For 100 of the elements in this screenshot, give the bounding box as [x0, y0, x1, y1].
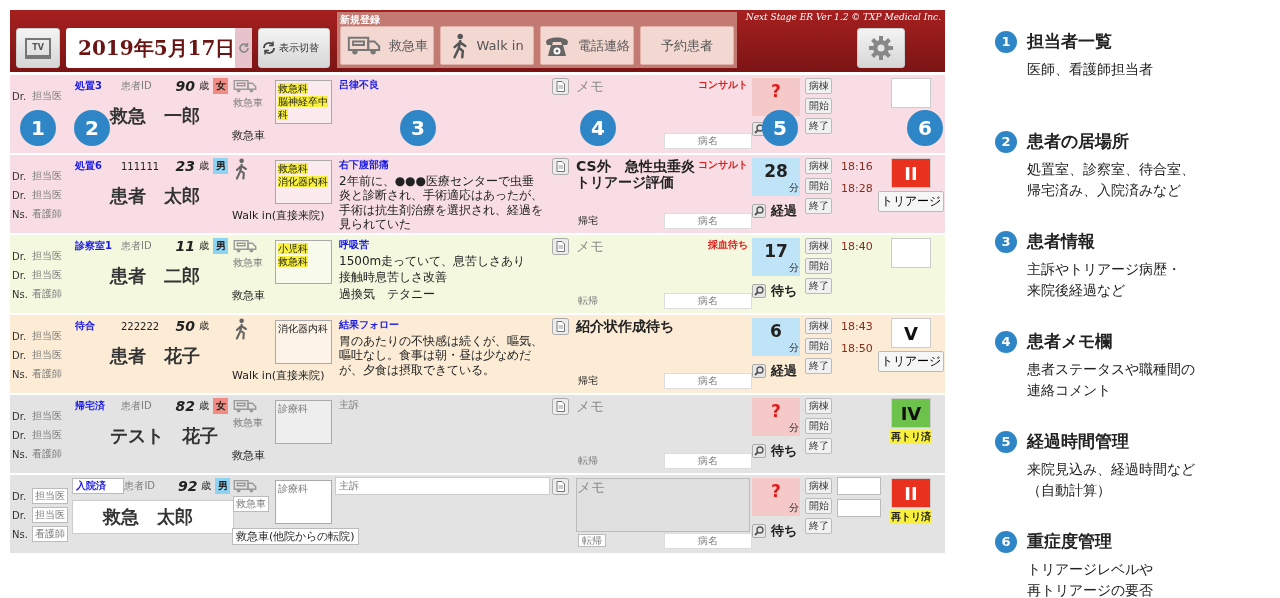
triage-button[interactable]: トリアージ: [878, 351, 944, 372]
diagnosis-field[interactable]: 病名: [664, 133, 752, 149]
document-icon[interactable]: [552, 478, 569, 495]
staff-name: 担当医: [32, 188, 62, 202]
staff-role: Dr.: [12, 269, 28, 281]
date-field[interactable]: 2019年5月17日: [66, 28, 252, 68]
ward-button[interactable]: 開始: [805, 418, 832, 434]
triage-level[interactable]: IV: [891, 398, 931, 428]
ambulance-icon: [233, 78, 257, 94]
triage-level[interactable]: II: [891, 478, 931, 508]
view-toggle-button[interactable]: 表示切替: [258, 28, 330, 68]
ward-button[interactable]: 終了: [805, 278, 832, 294]
register-button[interactable]: Walk in: [440, 26, 534, 65]
ward-button[interactable]: 病棟: [805, 78, 832, 94]
department-box[interactable]: 消化器内科: [275, 320, 332, 364]
search-icon[interactable]: [752, 524, 766, 538]
search-icon[interactable]: [752, 364, 766, 378]
age-unit: 歳: [201, 479, 213, 493]
ward-button[interactable]: 終了: [805, 198, 832, 214]
ward-button[interactable]: 開始: [805, 178, 832, 194]
document-icon[interactable]: [552, 78, 569, 95]
document-icon[interactable]: [552, 318, 569, 335]
ward-button[interactable]: 開始: [805, 98, 832, 114]
walking-person-icon: [233, 318, 249, 340]
time-label: 18:16: [841, 160, 874, 173]
ward-button[interactable]: 病棟: [805, 158, 832, 174]
triage-level[interactable]: II: [891, 158, 931, 188]
ambulance-icon: [346, 34, 381, 57]
department-box[interactable]: 診療科: [275, 400, 332, 444]
settings-icon[interactable]: [868, 35, 894, 61]
tv-button[interactable]: TV: [16, 28, 60, 68]
patient-id: 患者ID: [124, 479, 157, 493]
document-icon[interactable]: [552, 238, 569, 255]
register-button[interactable]: 電話連絡: [540, 26, 634, 65]
time-field[interactable]: [837, 499, 881, 517]
diagnosis-field[interactable]: 病名: [664, 373, 752, 389]
diagnosis-field[interactable]: 病名: [664, 453, 752, 469]
department-box[interactable]: 救急科 脳神経卒中科: [275, 80, 332, 124]
staff-role: Dr.: [12, 189, 28, 201]
settings-button[interactable]: [857, 28, 905, 68]
search-icon[interactable]: [752, 204, 766, 218]
staff-field[interactable]: 担当医: [32, 507, 68, 523]
outcome-field[interactable]: 転帰: [578, 534, 606, 547]
legend-number: 2: [995, 130, 1017, 153]
diagnosis-field[interactable]: 病名: [664, 533, 752, 549]
ward-button[interactable]: 終了: [805, 358, 832, 374]
staff-field[interactable]: 看護師: [32, 526, 68, 542]
location-field[interactable]: 入院済: [72, 478, 125, 494]
legend-description: 医師、看護師担当者: [1027, 60, 1154, 79]
outcome-label: 転帰: [578, 295, 598, 306]
version-text: Next Stage ER Ver 1.2 © TXP Medical Inc.: [745, 12, 941, 22]
ward-button[interactable]: 病棟: [805, 478, 832, 494]
legend-number: 6: [995, 530, 1017, 553]
legend-number: 3: [995, 230, 1017, 253]
legend-title: 患者情報: [1027, 230, 1095, 253]
arrival-field[interactable]: 救急車: [233, 495, 269, 512]
arrival-field[interactable]: 救急車: [233, 255, 263, 270]
ward-button[interactable]: 病棟: [805, 398, 832, 414]
search-icon[interactable]: [752, 444, 766, 458]
ward-button[interactable]: 開始: [805, 258, 832, 274]
document-icon[interactable]: [552, 398, 569, 415]
arrival-field[interactable]: 救急車: [233, 95, 263, 110]
patient-name: 患者 花子: [110, 344, 200, 368]
timer-state: 待ち: [771, 522, 797, 540]
arrival-label: 救急車(他院からの転院): [232, 528, 359, 545]
document-icon[interactable]: [552, 158, 569, 175]
complaint-text: 過換気 テタニー: [339, 286, 436, 302]
patient-age: 90: [174, 78, 195, 94]
triage-button[interactable]: トリアージ: [878, 191, 944, 212]
outcome-label: 転帰: [578, 455, 598, 466]
refresh-icon[interactable]: [261, 40, 277, 56]
arrival-label: Walk in(直接来院): [232, 368, 325, 383]
ward-button[interactable]: 終了: [805, 118, 832, 134]
diagnosis-field[interactable]: 病名: [664, 213, 752, 229]
time-label: 18:28: [841, 182, 874, 195]
department-box[interactable]: 小児科 救急科: [275, 240, 332, 284]
ward-button[interactable]: 病棟: [805, 318, 832, 334]
staff-field[interactable]: 担当医: [32, 488, 68, 504]
triage-level[interactable]: V: [891, 318, 931, 348]
time-field[interactable]: [837, 477, 881, 495]
complaint-field[interactable]: 主訴: [339, 398, 546, 412]
name-field[interactable]: 救急 太郎: [72, 500, 234, 534]
register-button[interactable]: 予約患者: [640, 26, 734, 65]
ward-button[interactable]: 病棟: [805, 238, 832, 254]
complaint-text: 2年前に、●●●医療センターで虫垂炎と診断され、手術適応はあったが、手術は抗生剤治療を選択され、経過を見られていた: [339, 174, 544, 232]
diagnosis-field[interactable]: 病名: [664, 293, 752, 309]
outcome-label: 帰宅: [578, 375, 598, 386]
legend-title: 担当者一覧: [1027, 30, 1112, 53]
ward-button[interactable]: 開始: [805, 498, 832, 514]
patient-age: 11: [174, 238, 195, 254]
register-button[interactable]: 救急車: [340, 26, 434, 65]
legend-description: 処置室、診察室、待合室、 帰宅済み、入院済みなど: [1027, 160, 1196, 200]
ward-button[interactable]: 終了: [805, 438, 832, 454]
department-box[interactable]: 救急科 消化器内科: [275, 160, 332, 204]
ambulance-icon: [233, 398, 257, 414]
ward-button[interactable]: 終了: [805, 518, 832, 534]
search-icon[interactable]: [752, 284, 766, 298]
ward-button[interactable]: 開始: [805, 338, 832, 354]
legend-description: 主訴やトリアージ病歴・ 来院後経過など: [1027, 260, 1182, 300]
department-box[interactable]: 診療科: [275, 480, 332, 524]
